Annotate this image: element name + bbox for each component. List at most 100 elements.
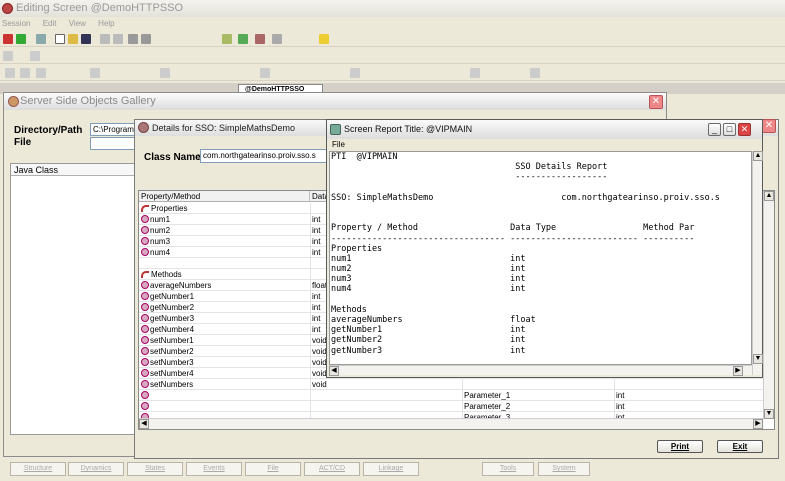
member-icon [141, 325, 149, 333]
member-name: getNumber3 [150, 314, 195, 323]
table-row[interactable]: Parameter_2 int [139, 401, 764, 412]
directory-path-field[interactable]: C:\Program [90, 123, 138, 136]
widget-2-icon[interactable] [20, 68, 30, 78]
column-divider [310, 401, 311, 412]
tab-dynamics[interactable]: Dynamics [68, 462, 124, 476]
copy-icon[interactable] [100, 34, 110, 44]
tool-a-icon[interactable] [222, 34, 232, 44]
open-icon[interactable] [68, 34, 78, 44]
class-name-field[interactable]: com.northgatearinso.proiv.sso.s [200, 149, 330, 163]
gallery-close-button[interactable]: ✕ [649, 95, 663, 109]
java-class-list[interactable]: Java Class [10, 163, 140, 435]
grid-vertical-scrollbar[interactable]: ▲ ▼ [763, 191, 774, 419]
tab-linkage[interactable]: Linkage [363, 462, 419, 476]
cell-data-type [312, 401, 462, 412]
column-divider [310, 258, 311, 269]
member-name: averageNumbers [150, 281, 212, 290]
tab-tools[interactable]: Tools [482, 462, 534, 476]
file-field[interactable] [90, 137, 138, 150]
table-row[interactable]: Parameter_1 int [139, 390, 764, 401]
column-divider [310, 269, 311, 280]
new-icon[interactable] [55, 34, 65, 44]
font-decrease-icon[interactable] [141, 34, 151, 44]
report-horizontal-scrollbar[interactable]: ◀ ▶ [329, 365, 752, 376]
menu-view[interactable]: View [69, 19, 86, 28]
member-name: Properties [151, 204, 188, 213]
cell-parameter-type: int [616, 402, 625, 411]
widget-5-icon[interactable] [160, 68, 170, 78]
member-icon [141, 303, 149, 311]
report-line: getNumber1 int [331, 325, 526, 336]
tool-c-icon[interactable] [255, 34, 265, 44]
report-scroll-up-icon[interactable]: ▲ [753, 151, 763, 161]
tab-structure[interactable]: Structure [10, 462, 66, 476]
bottom-tab-bar: Structure Dynamics States Events File AC… [0, 459, 785, 481]
layout-icon[interactable] [3, 51, 13, 61]
column-divider [310, 390, 311, 401]
member-name: setNumber3 [150, 358, 194, 367]
table-row[interactable]: setNumbers void [139, 379, 764, 390]
tool-d-icon[interactable] [272, 34, 282, 44]
column-divider [310, 324, 311, 335]
maximize-icon[interactable]: □ [723, 123, 736, 136]
widget-7-icon[interactable] [350, 68, 360, 78]
member-name: Methods [151, 270, 182, 279]
member-icon [141, 336, 149, 344]
menu-session[interactable]: Session [2, 19, 30, 28]
redo-icon[interactable] [16, 34, 26, 44]
scroll-down-icon[interactable]: ▼ [764, 409, 774, 419]
tab-file[interactable]: File [245, 462, 301, 476]
widget-3-icon[interactable] [36, 68, 46, 78]
tab-system[interactable]: System [538, 462, 590, 476]
font-increase-icon[interactable] [128, 34, 138, 44]
tool-b-icon[interactable] [238, 34, 248, 44]
menu-bar: Session Edit View Help [0, 17, 785, 30]
tab-events[interactable]: Events [186, 462, 242, 476]
widget-1-icon[interactable] [5, 68, 15, 78]
undo-icon[interactable] [3, 34, 13, 44]
widget-6-icon[interactable] [260, 68, 270, 78]
print-button[interactable]: Print [657, 440, 703, 453]
report-close-icon[interactable]: ✕ [738, 123, 751, 136]
column-header-property-method[interactable]: Property/Method [139, 191, 310, 202]
scroll-left-icon[interactable]: ◀ [139, 419, 149, 429]
report-scroll-left-icon[interactable]: ◀ [329, 366, 339, 376]
widget-8-icon[interactable] [470, 68, 480, 78]
widget-4-icon[interactable] [90, 68, 100, 78]
report-vertical-scrollbar[interactable]: ▲ ▼ [752, 151, 763, 375]
cell-data-type: void [312, 380, 327, 389]
minimize-icon[interactable]: _ [708, 123, 721, 136]
grid-horizontal-scrollbar[interactable]: ◀ ▶ [139, 418, 764, 429]
toolbar-3 [0, 65, 785, 81]
screen-report-window: Screen Report Title: @VIPMAIN _ □ ✕ File… [326, 119, 763, 378]
scroll-up-icon[interactable]: ▲ [764, 191, 774, 201]
report-line: ------------------ [331, 172, 608, 183]
report-line [331, 183, 751, 193]
tab-act-cd[interactable]: ACT/CD [304, 462, 360, 476]
report-scroll-right-icon[interactable]: ▶ [733, 366, 743, 376]
details-close-button[interactable]: ✕ [762, 119, 776, 133]
cell-member-name: setNumber4 [141, 368, 309, 379]
report-line: num3 int [331, 274, 526, 285]
report-menu-file[interactable]: File [329, 139, 345, 150]
save-icon[interactable] [81, 34, 91, 44]
cell-member-name: setNumbers [141, 379, 309, 390]
menu-edit[interactable]: Edit [43, 19, 57, 28]
member-name: num3 [150, 237, 171, 246]
column-divider [310, 335, 311, 346]
exit-button[interactable]: Exit [717, 440, 763, 453]
report-line: getNumber2 int [331, 335, 526, 346]
column-divider [310, 302, 311, 313]
window-icon[interactable] [30, 51, 40, 61]
widget-9-icon[interactable] [530, 68, 540, 78]
directory-path-label: Directory/Path [14, 125, 83, 136]
cell-member-name: num3 [141, 236, 309, 247]
paste-icon[interactable] [113, 34, 123, 44]
menu-help[interactable]: Help [98, 19, 114, 28]
help-icon[interactable] [319, 34, 329, 44]
cut-icon[interactable] [36, 34, 46, 44]
scroll-right-icon[interactable]: ▶ [753, 419, 763, 429]
report-scroll-down-icon[interactable]: ▼ [753, 354, 763, 364]
section-icon [141, 205, 149, 212]
tab-states[interactable]: States [127, 462, 183, 476]
